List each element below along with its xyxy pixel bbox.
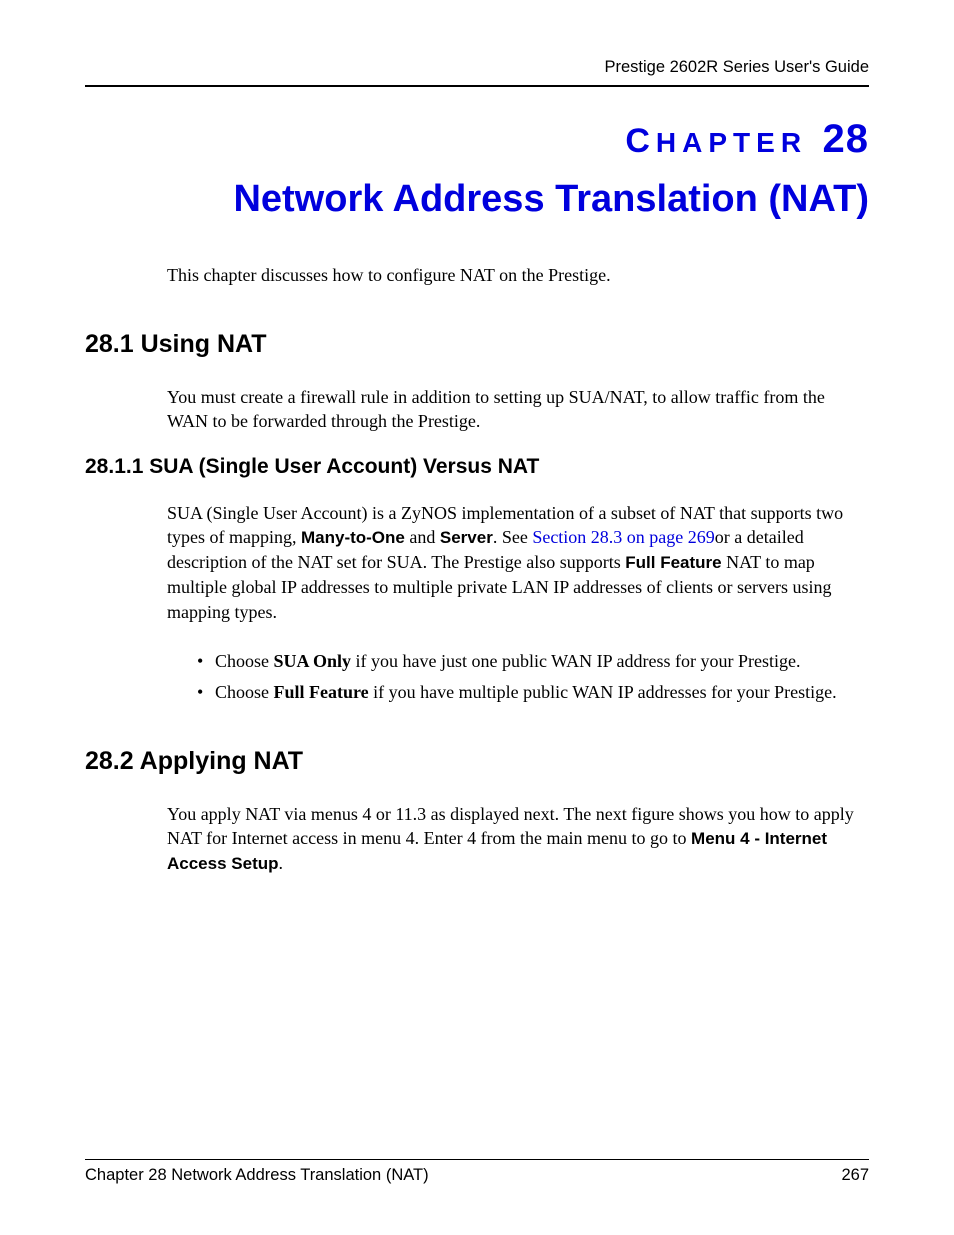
section-28-2-body: You apply NAT via menus 4 or 11.3 as dis… — [167, 802, 869, 876]
list-item: Choose SUA Only if you have just one pub… — [197, 646, 869, 677]
bullet-list: Choose SUA Only if you have just one pub… — [197, 646, 869, 707]
cross-reference-link[interactable]: Section 28.3 on page 269 — [532, 527, 714, 547]
chapter-label-rest: HAPTER — [656, 127, 807, 158]
section-28-1-body: You must create a firewall rule in addit… — [167, 385, 869, 434]
section-28-2-heading: 28.2 Applying NAT — [85, 747, 869, 776]
header-guide-title: Prestige 2602R Series User's Guide — [85, 58, 869, 77]
chapter-intro: This chapter discusses how to configure … — [167, 263, 869, 287]
chapter-title: Network Address Translation (NAT) — [85, 174, 869, 225]
section-28-1-heading: 28.1 Using NAT — [85, 330, 869, 359]
document-page: Prestige 2602R Series User's Guide CHAPT… — [0, 0, 954, 1235]
section-28-1-1-heading: 28.1.1 SUA (Single User Account) Versus … — [85, 455, 869, 479]
chapter-label-c: C — [625, 122, 656, 160]
footer-rule — [85, 1159, 869, 1160]
footer-chapter-title: Chapter 28 Network Address Translation (… — [85, 1166, 429, 1185]
chapter-label: CHAPTER 28 — [85, 117, 869, 162]
header-rule — [85, 85, 869, 87]
section-28-1-1-body: SUA (Single User Account) is a ZyNOS imp… — [167, 501, 869, 624]
list-item: Choose Full Feature if you have multiple… — [197, 677, 869, 708]
footer-page-number: 267 — [841, 1166, 869, 1185]
page-footer: Chapter 28 Network Address Translation (… — [85, 1159, 869, 1185]
chapter-number: 28 — [823, 117, 870, 161]
